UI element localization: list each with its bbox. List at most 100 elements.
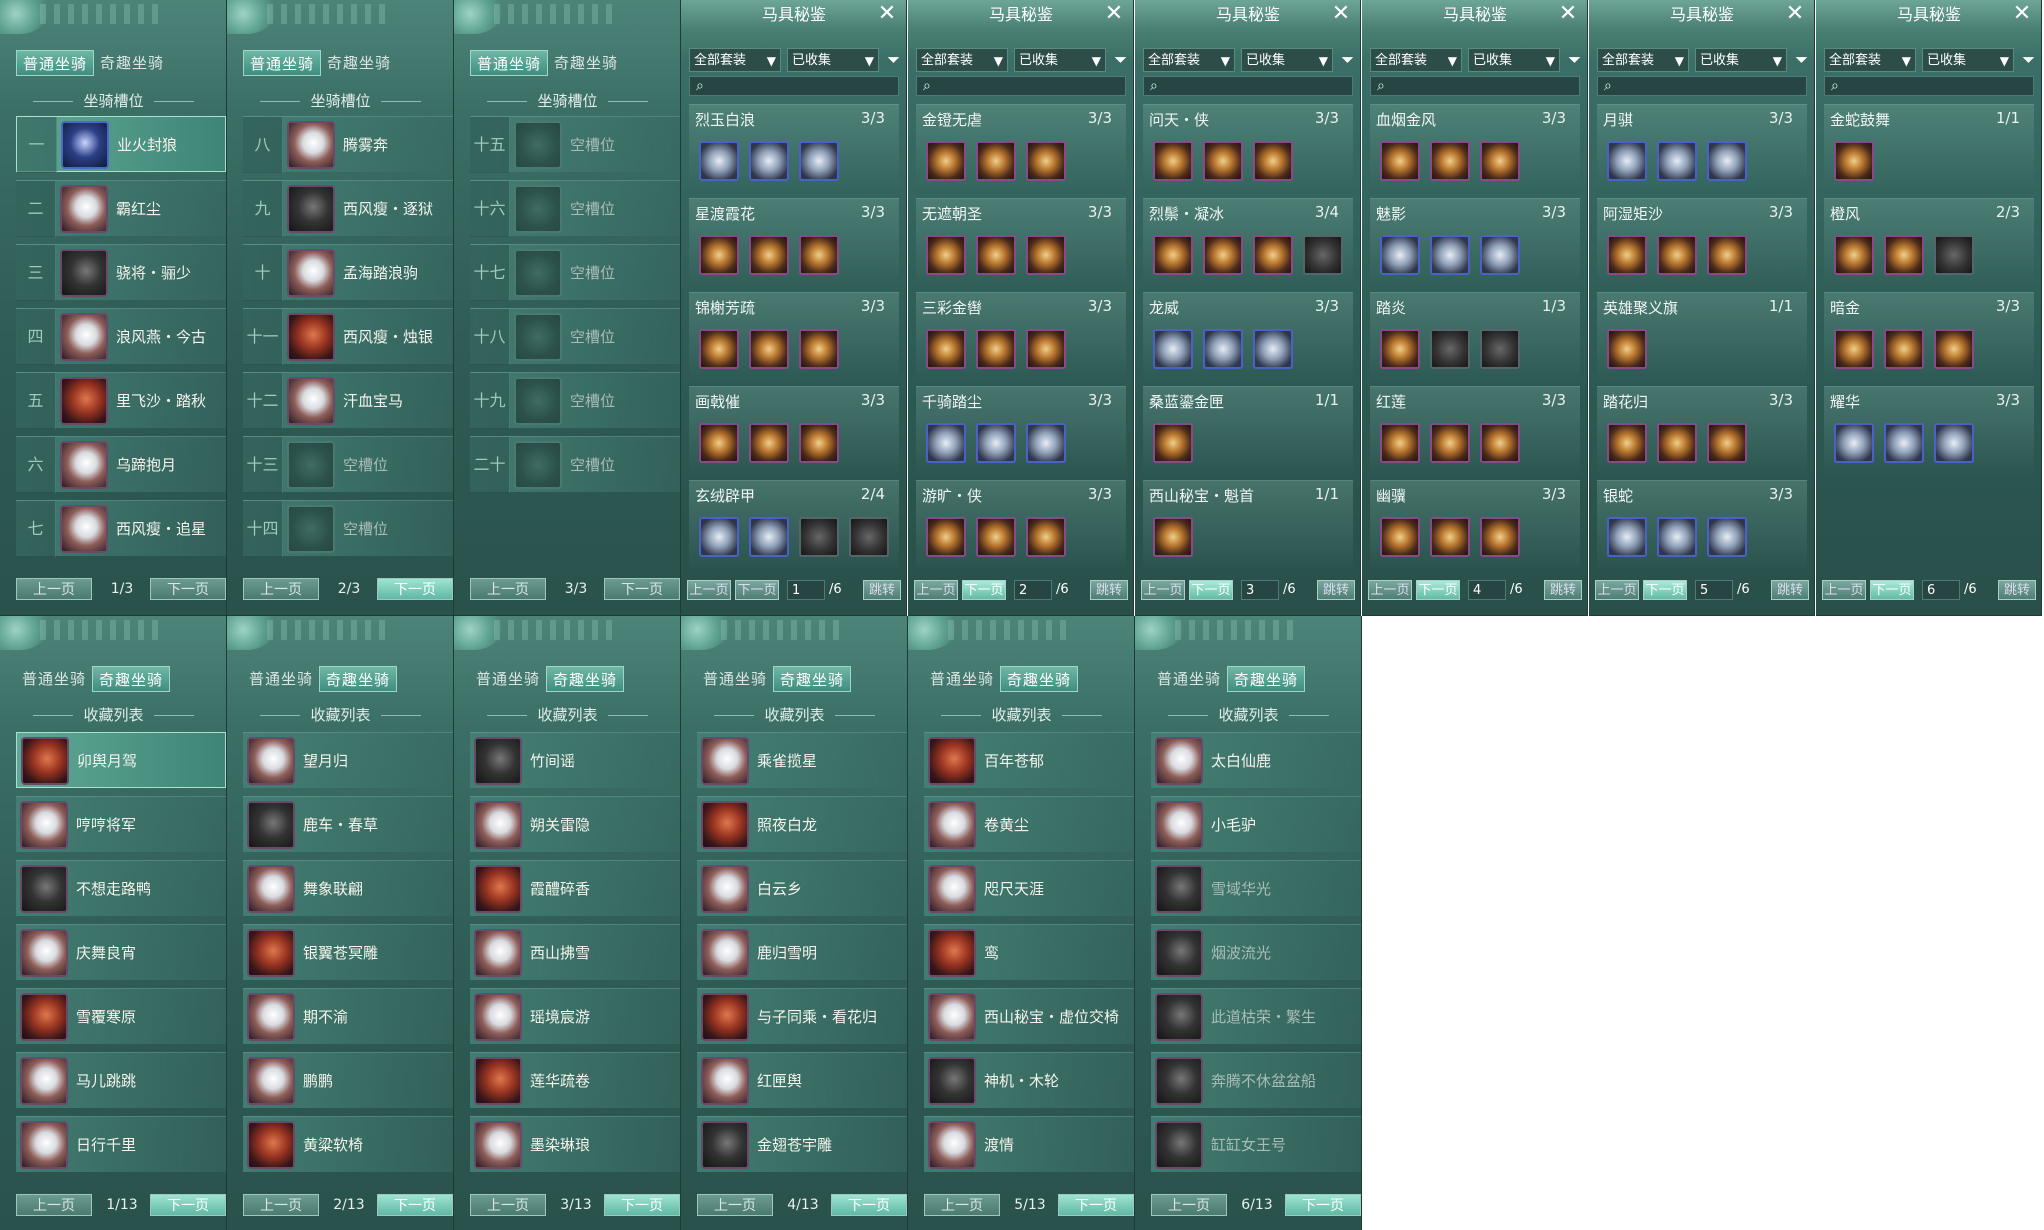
harness-item-icon[interactable] — [1430, 141, 1470, 181]
harness-item-icon[interactable] — [1834, 235, 1874, 275]
slot-row[interactable]: 十三 空槽位 — [243, 436, 453, 493]
filter-icon[interactable]: ⏷ — [1568, 50, 1581, 70]
jump-button[interactable]: 跳转 — [1771, 580, 1809, 600]
fav-row[interactable]: 西山拂雪 — [470, 924, 680, 980]
harness-item-icon[interactable] — [1380, 517, 1420, 557]
harness-item-icon[interactable] — [1480, 517, 1520, 557]
slot-row[interactable]: 六 乌蹄抱月 — [16, 436, 226, 493]
harness-item-icon[interactable] — [849, 517, 889, 557]
harness-item-icon[interactable] — [1026, 329, 1066, 369]
collected-dropdown[interactable]: 已收集 ▼ — [787, 48, 879, 72]
next-page-button[interactable]: 下一页 — [377, 1194, 453, 1216]
harness-set[interactable]: 千骑踏尘 3/3 — [916, 386, 1126, 476]
prev-page-button[interactable]: 上一页 — [1151, 1194, 1227, 1216]
tab-normal-mount[interactable]: 普通坐骑 — [16, 666, 92, 692]
harness-item-icon[interactable] — [749, 517, 789, 557]
prev-page-button[interactable]: 上一页 — [924, 1194, 1000, 1216]
fav-row[interactable]: 西山秘宝・虚位交椅 — [924, 988, 1134, 1044]
fav-row[interactable]: 银翼苍冥雕 — [243, 924, 453, 980]
fav-row[interactable]: 朔关雷隐 — [470, 796, 680, 852]
harness-set[interactable]: 魅影 3/3 — [1370, 198, 1580, 288]
harness-item-icon[interactable] — [1026, 423, 1066, 463]
fav-row[interactable]: 乘雀揽星 — [697, 732, 907, 788]
collected-dropdown[interactable]: 已收集 ▼ — [1922, 48, 2014, 72]
harness-set[interactable]: 锦榭芳疏 3/3 — [689, 292, 899, 382]
next-page-button[interactable]: 下一页 — [150, 1194, 226, 1216]
harness-item-icon[interactable] — [1607, 517, 1647, 557]
tab-fun-mount[interactable]: 奇趣坐骑 — [773, 666, 852, 692]
harness-set[interactable]: 星渡霞花 3/3 — [689, 198, 899, 288]
prev-page-button[interactable]: 上一页 — [16, 578, 92, 600]
harness-item-icon[interactable] — [749, 235, 789, 275]
harness-item-icon[interactable] — [926, 235, 966, 275]
fav-row[interactable]: 渡情 — [924, 1116, 1134, 1172]
jump-button[interactable]: 跳转 — [1090, 580, 1128, 600]
prev-page-button[interactable]: 上一页 — [16, 1194, 92, 1216]
jump-button[interactable]: 跳转 — [1998, 580, 2036, 600]
harness-item-icon[interactable] — [1884, 423, 1924, 463]
fav-row[interactable]: 缸缸女王号 — [1151, 1116, 1361, 1172]
harness-item-icon[interactable] — [699, 517, 739, 557]
next-page-button[interactable]: 下一页 — [1285, 1194, 1361, 1216]
harness-item-icon[interactable] — [1480, 423, 1520, 463]
harness-item-icon[interactable] — [1884, 329, 1924, 369]
fav-row[interactable]: 哼哼将军 — [16, 796, 226, 852]
slot-row[interactable]: 十五 空槽位 — [470, 116, 680, 173]
harness-item-icon[interactable] — [1380, 235, 1420, 275]
tab-normal-mount[interactable]: 普通坐骑 — [243, 666, 319, 692]
harness-item-icon[interactable] — [1834, 141, 1874, 181]
fav-row[interactable]: 照夜白龙 — [697, 796, 907, 852]
prev-page-button[interactable]: 上一页 — [687, 580, 731, 600]
harness-item-icon[interactable] — [1203, 141, 1243, 181]
tab-normal-mount[interactable]: 普通坐骑 — [470, 666, 546, 692]
tab-normal-mount[interactable]: 普通坐骑 — [697, 666, 773, 692]
fav-row[interactable]: 黄粱软椅 — [243, 1116, 453, 1172]
harness-item-icon[interactable] — [976, 141, 1016, 181]
harness-set[interactable]: 烈鬃・凝冰 3/4 — [1143, 198, 1353, 288]
fav-row[interactable]: 瑶境宸游 — [470, 988, 680, 1044]
tab-fun-mount[interactable]: 奇趣坐骑 — [92, 666, 171, 692]
slot-row[interactable]: 十二 汗血宝马 — [243, 372, 453, 429]
collected-dropdown[interactable]: 已收集 ▼ — [1241, 48, 1333, 72]
next-page-button[interactable]: 下一页 — [1416, 580, 1460, 600]
harness-set[interactable]: 西山秘宝・魁首 1/1 — [1143, 480, 1353, 570]
fav-row[interactable]: 金翅苍宇雕 — [697, 1116, 907, 1172]
fav-row[interactable]: 白云乡 — [697, 860, 907, 916]
all-sets-dropdown[interactable]: 全部套装 ▼ — [1824, 48, 1916, 72]
harness-item-icon[interactable] — [1253, 329, 1293, 369]
tab-fun-mount[interactable]: 奇趣坐骑 — [1227, 666, 1306, 692]
all-sets-dropdown[interactable]: 全部套装 ▼ — [916, 48, 1008, 72]
slot-row[interactable]: 十七 空槽位 — [470, 244, 680, 301]
harness-item-icon[interactable] — [1884, 235, 1924, 275]
search-input[interactable]: ⌕ — [916, 76, 1126, 96]
fav-row[interactable]: 奔腾不休盆盆船 — [1151, 1052, 1361, 1108]
next-page-button[interactable]: 下一页 — [831, 1194, 907, 1216]
harness-item-icon[interactable] — [1430, 423, 1470, 463]
slot-row[interactable]: 九 西风瘦・逐狱 — [243, 180, 453, 237]
prev-page-button[interactable]: 上一页 — [1141, 580, 1185, 600]
harness-set[interactable]: 玄绒辟甲 2/4 — [689, 480, 899, 570]
harness-item-icon[interactable] — [1153, 423, 1193, 463]
harness-item-icon[interactable] — [749, 423, 789, 463]
fav-row[interactable]: 红匣舆 — [697, 1052, 907, 1108]
close-icon[interactable]: ✕ — [876, 3, 898, 25]
harness-item-icon[interactable] — [1203, 329, 1243, 369]
fav-row[interactable]: 马儿跳跳 — [16, 1052, 226, 1108]
harness-item-icon[interactable] — [1834, 423, 1874, 463]
harness-set[interactable]: 踏炎 1/3 — [1370, 292, 1580, 382]
harness-set[interactable]: 金蛇鼓舞 1/1 — [1824, 104, 2034, 194]
slot-row[interactable]: 一 业火封狼 — [16, 116, 226, 173]
harness-item-icon[interactable] — [699, 329, 739, 369]
search-input[interactable]: ⌕ — [1370, 76, 1580, 96]
prev-page-button[interactable]: 上一页 — [1822, 580, 1866, 600]
harness-item-icon[interactable] — [1707, 141, 1747, 181]
harness-set[interactable]: 桑蓝鎏金匣 1/1 — [1143, 386, 1353, 476]
filter-icon[interactable]: ⏷ — [1341, 50, 1354, 70]
harness-item-icon[interactable] — [1657, 517, 1697, 557]
harness-set[interactable]: 问天・侠 3/3 — [1143, 104, 1353, 194]
fav-row[interactable]: 望月归 — [243, 732, 453, 788]
harness-item-icon[interactable] — [699, 235, 739, 275]
prev-page-button[interactable]: 上一页 — [914, 580, 958, 600]
fav-row[interactable]: 墨染琳琅 — [470, 1116, 680, 1172]
prev-page-button[interactable]: 上一页 — [243, 578, 319, 600]
